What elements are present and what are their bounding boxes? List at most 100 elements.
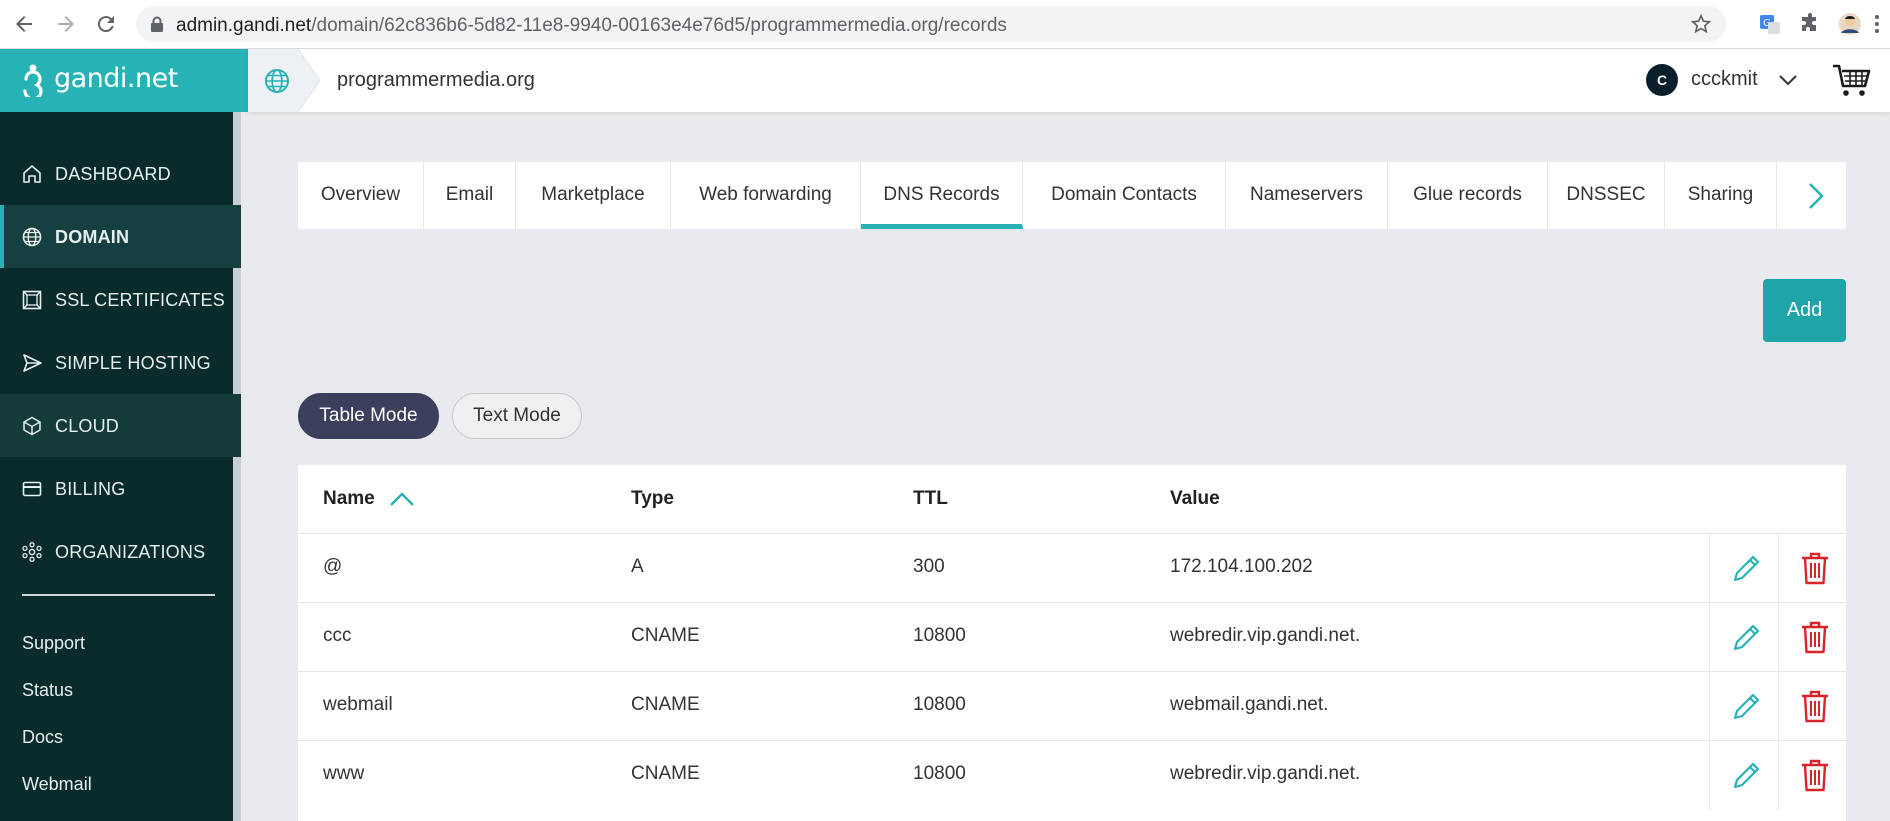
pencil-icon <box>1733 555 1760 582</box>
breadcrumb-domain[interactable]: programmermedia.org <box>337 69 535 92</box>
edit-record-button[interactable] <box>1709 741 1778 810</box>
record-value: webredir.vip.gandi.net. <box>1170 625 1361 646</box>
pencil-icon <box>1733 762 1760 789</box>
chevron-down-icon[interactable] <box>1778 73 1798 87</box>
table-row: webmail CNAME 10800 webmail.gandi.net. <box>298 671 1847 741</box>
cart-icon[interactable] <box>1831 62 1871 98</box>
edit-record-button[interactable] <box>1709 672 1778 741</box>
chevron-right-icon <box>1809 183 1824 209</box>
home-icon <box>23 165 41 183</box>
record-name: @ <box>323 556 343 577</box>
column-header-value: Value <box>1170 488 1220 509</box>
table-mode-button[interactable]: Table Mode <box>298 393 439 439</box>
top-bar: programmermedia.org C ccckmit <box>248 49 1890 112</box>
lock-icon <box>151 16 163 32</box>
tab-overview[interactable]: Overview <box>298 162 424 229</box>
url-text: admin.gandi.net/domain/62c836b6-5d82-11e… <box>176 15 1007 36</box>
browser-chrome: admin.gandi.net/domain/62c836b6-5d82-11e… <box>0 0 1890 49</box>
tab-domain-contacts[interactable]: Domain Contacts <box>1023 162 1226 229</box>
add-record-button[interactable]: Add <box>1763 279 1846 342</box>
sidebar-item-domain[interactable]: DOMAIN <box>0 205 241 268</box>
tab-dnssec[interactable]: DNSSEC <box>1548 162 1665 229</box>
record-name: www <box>323 763 365 784</box>
footer-link-docs[interactable]: Docs <box>22 727 63 748</box>
trash-icon <box>1802 552 1828 585</box>
record-ttl: 10800 <box>913 763 966 784</box>
tab-dns-records[interactable]: DNS Records <box>861 162 1023 229</box>
record-value: webredir.vip.gandi.net. <box>1170 763 1361 784</box>
record-name: webmail <box>323 694 393 715</box>
record-value: 172.104.100.202 <box>1170 556 1313 577</box>
text-mode-button[interactable]: Text Mode <box>452 393 582 439</box>
sort-ascending-icon[interactable] <box>389 491 415 507</box>
domain-tabs: Overview Email Marketplace Web forwardin… <box>298 162 1846 229</box>
reload-icon[interactable] <box>94 12 118 36</box>
tab-web-forwarding[interactable]: Web forwarding <box>671 162 861 229</box>
record-value: webmail.gandi.net. <box>1170 694 1329 715</box>
sidebar-item-cloud[interactable]: CLOUD <box>0 394 241 457</box>
cube-icon <box>23 416 41 436</box>
record-type: A <box>631 556 644 577</box>
column-header-ttl: TTL <box>913 488 948 509</box>
tabs-next-button[interactable] <box>1786 162 1846 229</box>
record-type: CNAME <box>631 694 700 715</box>
edit-record-button[interactable] <box>1709 534 1778 603</box>
table-row: ccc CNAME 10800 webredir.vip.gandi.net. <box>298 602 1847 672</box>
forward-arrow-icon[interactable] <box>54 12 78 36</box>
footer-link-status[interactable]: Status <box>22 680 73 701</box>
logo-text: gandi.net <box>54 63 178 94</box>
profile-avatar-icon[interactable] <box>1838 12 1862 36</box>
back-arrow-icon[interactable] <box>12 12 36 36</box>
globe-icon <box>22 227 42 247</box>
footer-link-support[interactable]: Support <box>22 633 85 654</box>
sidebar: gandi.net DASHBOARD DOMAIN SSL CERTIFICA… <box>0 49 248 821</box>
trash-icon <box>1802 690 1828 723</box>
avatar[interactable]: C <box>1646 64 1678 96</box>
record-type: CNAME <box>631 763 700 784</box>
credit-card-icon <box>22 481 42 497</box>
delete-record-button[interactable] <box>1778 741 1847 810</box>
tab-marketplace[interactable]: Marketplace <box>516 162 671 229</box>
tab-nameservers[interactable]: Nameservers <box>1226 162 1388 229</box>
translate-extension-icon[interactable]: G <box>1758 12 1782 36</box>
record-name: ccc <box>323 625 352 646</box>
gandi-logo-icon <box>23 64 43 97</box>
sidebar-item-organizations[interactable]: ORGANIZATIONS <box>0 520 241 583</box>
extensions-puzzle-icon[interactable] <box>1798 12 1822 36</box>
record-ttl: 10800 <box>913 694 966 715</box>
network-icon <box>22 542 42 562</box>
globe-icon <box>265 69 289 93</box>
tab-glue-records[interactable]: Glue records <box>1388 162 1548 229</box>
trash-icon <box>1802 621 1828 654</box>
pencil-icon <box>1733 693 1760 720</box>
record-ttl: 300 <box>913 556 945 577</box>
dns-records-table: Name Type TTL Value @ A 300 172.104.100.… <box>298 465 1846 821</box>
bookmark-star-icon[interactable] <box>1690 13 1712 35</box>
sidebar-item-simple-hosting[interactable]: SIMPLE HOSTING <box>0 331 241 394</box>
delete-record-button[interactable] <box>1778 672 1847 741</box>
record-type: CNAME <box>631 625 700 646</box>
certificate-icon <box>22 290 42 310</box>
tab-sharing[interactable]: Sharing <box>1665 162 1777 229</box>
address-bar[interactable]: admin.gandi.net/domain/62c836b6-5d82-11e… <box>136 6 1726 42</box>
logo[interactable]: gandi.net <box>0 49 248 112</box>
sidebar-item-ssl-certificates[interactable]: SSL CERTIFICATES <box>0 268 241 331</box>
sidebar-item-billing[interactable]: BILLING <box>0 457 241 520</box>
delete-record-button[interactable] <box>1778 534 1847 603</box>
browser-menu-icon[interactable] <box>1872 12 1882 36</box>
trash-icon <box>1802 759 1828 792</box>
record-ttl: 10800 <box>913 625 966 646</box>
column-header-name[interactable]: Name <box>323 488 375 510</box>
send-icon <box>23 354 42 372</box>
sidebar-item-dashboard[interactable]: DASHBOARD <box>0 142 241 205</box>
tab-email[interactable]: Email <box>424 162 516 229</box>
column-header-type: Type <box>631 488 674 509</box>
delete-record-button[interactable] <box>1778 603 1847 672</box>
table-row: www CNAME 10800 webredir.vip.gandi.net. <box>298 740 1847 810</box>
pencil-icon <box>1733 624 1760 651</box>
edit-record-button[interactable] <box>1709 603 1778 672</box>
domain-breadcrumb-root[interactable] <box>248 49 320 112</box>
table-row: @ A 300 172.104.100.202 <box>298 533 1847 603</box>
footer-link-webmail[interactable]: Webmail <box>22 774 92 795</box>
user-menu[interactable]: ccckmit <box>1691 68 1758 91</box>
